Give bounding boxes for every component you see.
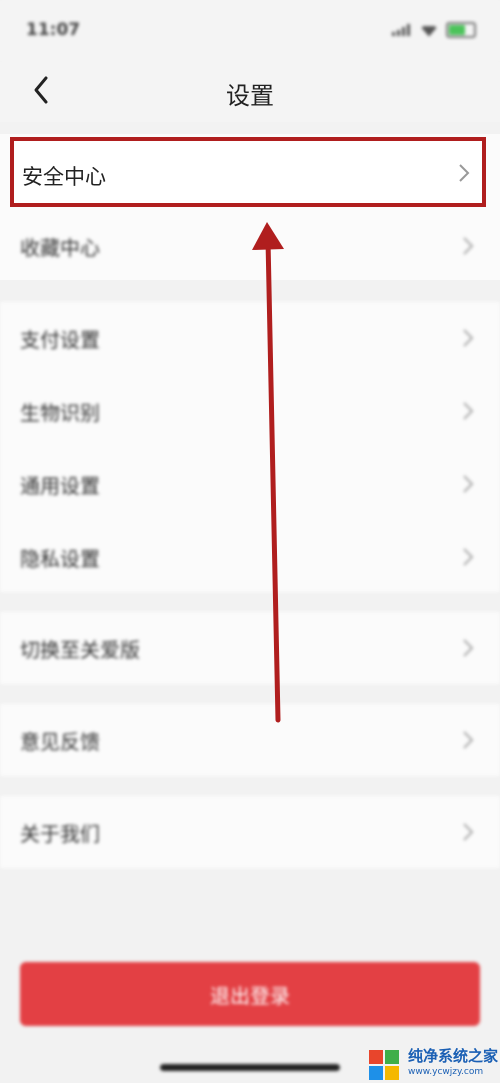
settings-item-label: 安全中心	[22, 165, 106, 189]
chevron-right-icon	[462, 730, 474, 750]
chevron-right-icon	[462, 822, 474, 842]
chevron-right-icon	[462, 236, 474, 256]
settings-item-care-mode[interactable]: 切换至关爱版	[0, 612, 500, 684]
watermark: 纯净系统之家 www.ycwjzy.com	[366, 1044, 500, 1083]
settings-group-4: 意见反馈	[0, 704, 500, 776]
watermark-text: 纯净系统之家 www.ycwjzy.com	[408, 1048, 498, 1080]
settings-item-biometrics[interactable]: 生物识别	[0, 375, 500, 447]
page-title: 设置	[226, 82, 274, 110]
chevron-right-icon	[462, 401, 474, 421]
settings-item-about[interactable]: 关于我们	[0, 796, 500, 868]
settings-item-label: 意见反馈	[20, 729, 100, 754]
home-indicator	[160, 1064, 340, 1071]
chevron-right-icon	[462, 328, 474, 348]
settings-item-label: 隐私设置	[20, 546, 100, 571]
settings-item-label: 支付设置	[20, 327, 100, 352]
settings-item-security-center[interactable]: 安全中心	[10, 137, 486, 207]
signal-icon	[392, 24, 412, 36]
chevron-right-icon	[462, 474, 474, 494]
settings-group-5: 关于我们	[0, 796, 500, 868]
logout-button[interactable]: 退出登录	[20, 962, 480, 1026]
windows-logo-icon	[366, 1047, 402, 1081]
settings-item-label: 收藏中心	[20, 235, 100, 260]
wifi-icon	[420, 26, 438, 37]
settings-item-label: 关于我们	[20, 821, 100, 846]
settings-item-general[interactable]: 通用设置	[0, 448, 500, 520]
chevron-right-icon	[462, 547, 474, 567]
settings-item-feedback[interactable]: 意见反馈	[0, 704, 500, 776]
status-time: 11:07	[26, 20, 81, 40]
settings-item-privacy[interactable]: 隐私设置	[0, 521, 500, 593]
settings-item-label: 通用设置	[20, 473, 100, 498]
settings-group-2: 支付设置 生物识别 通用设置 隐私设置	[0, 302, 500, 592]
settings-item-label: 切换至关爱版	[20, 637, 140, 662]
watermark-url: www.ycwjzy.com	[408, 1066, 484, 1077]
status-bar: 11:07	[0, 0, 500, 62]
battery-icon	[446, 22, 476, 38]
settings-group-3: 切换至关爱版	[0, 612, 500, 684]
nav-bar: 设置	[0, 62, 500, 122]
chevron-right-icon	[458, 163, 470, 183]
settings-item-label: 生物识别	[20, 400, 100, 425]
settings-item-favorites[interactable]: 收藏中心	[0, 210, 500, 282]
settings-item-payment[interactable]: 支付设置	[0, 302, 500, 374]
status-icons	[392, 22, 476, 38]
watermark-name: 纯净系统之家	[408, 1046, 499, 1065]
chevron-right-icon	[462, 638, 474, 658]
